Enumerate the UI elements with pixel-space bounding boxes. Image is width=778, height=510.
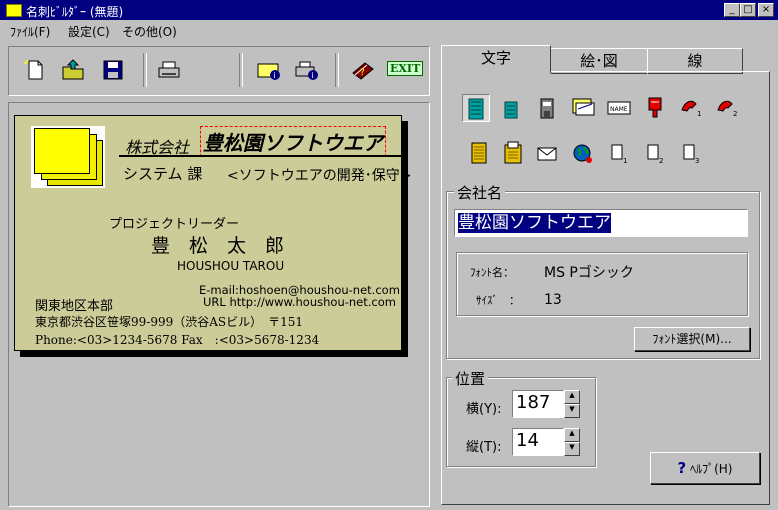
svg-text:2: 2 bbox=[733, 110, 737, 118]
floppy-disk-icon bbox=[103, 60, 123, 80]
svg-text:3: 3 bbox=[695, 157, 699, 165]
tagline: <ソフトウエアの開発･保守> bbox=[227, 168, 412, 184]
company-name[interactable]: 豊松園ソフトウエア bbox=[200, 126, 386, 157]
text-box-1-icon[interactable]: 1 bbox=[606, 140, 632, 166]
x-label: 横(Y): bbox=[466, 402, 502, 417]
window-title: 名刺ﾋﾞﾙﾀﾞｰ (無題) bbox=[26, 5, 124, 19]
menu-other[interactable]: その他(O) bbox=[122, 23, 177, 40]
url: URL http://www.houshou-net.com bbox=[203, 295, 396, 309]
menu-settings[interactable]: 設定(C) bbox=[68, 23, 110, 40]
fax-machine-icon[interactable] bbox=[500, 140, 526, 166]
y-spin-down[interactable]: ▼ bbox=[564, 442, 580, 456]
card-info-icon: i bbox=[257, 63, 280, 80]
y-label: 縦(T): bbox=[466, 440, 502, 455]
new-file-icon bbox=[24, 59, 43, 80]
svg-text:1: 1 bbox=[623, 157, 627, 165]
svg-text:i: i bbox=[274, 71, 276, 80]
position-group-label: 位置 bbox=[452, 368, 489, 389]
svg-text:?: ? bbox=[360, 68, 365, 78]
title-bar: 名刺ﾋﾞﾙﾀﾞｰ (無題) _ □ × bbox=[0, 0, 778, 20]
help-button-label: ﾍﾙﾌﾟ(H) bbox=[690, 462, 733, 476]
app-icon bbox=[6, 4, 22, 17]
font-name-label: ﾌｫﾝﾄ名： bbox=[470, 266, 514, 279]
globe-icon[interactable] bbox=[570, 140, 596, 166]
y-input-value: 14 bbox=[516, 430, 539, 451]
font-select-button[interactable]: ﾌｫﾝﾄ選択(M)... bbox=[634, 327, 750, 351]
name-tag-icon[interactable]: NAME bbox=[606, 94, 632, 120]
role-title: プロジェクトリーダー bbox=[109, 217, 240, 232]
shop-icon[interactable] bbox=[534, 94, 560, 120]
x-input-value: 187 bbox=[516, 392, 551, 413]
font-size-label: ｻｲｽﾞ ： bbox=[476, 294, 520, 307]
exit-icon-label: EXIT bbox=[387, 61, 424, 76]
address: 東京都渋谷区笹塚99-999（渋谷ASビル） 〒151 bbox=[35, 315, 304, 329]
tool-icons: NAME 1 2 1 2 3 bbox=[462, 94, 752, 165]
department: システム 課 bbox=[123, 165, 203, 183]
new-file-button[interactable] bbox=[21, 57, 49, 83]
x-spin-up[interactable]: ▲ bbox=[564, 390, 580, 404]
help-button[interactable]: ? ﾍﾙﾌﾟ(H) bbox=[650, 452, 760, 484]
print-button[interactable] bbox=[155, 57, 183, 83]
x-input[interactable]: 187 bbox=[512, 390, 564, 418]
company-name-group-label: 会社名 bbox=[454, 182, 506, 203]
card-icon[interactable] bbox=[570, 94, 596, 120]
fax-icon[interactable] bbox=[466, 140, 492, 166]
text-box-2-icon[interactable]: 2 bbox=[642, 140, 668, 166]
x-spin-down[interactable]: ▼ bbox=[564, 404, 580, 418]
minimize-button[interactable]: _ bbox=[724, 3, 740, 17]
toolbar-separator bbox=[143, 53, 147, 87]
tab-text[interactable]: 文字 bbox=[441, 45, 551, 73]
svg-text:2: 2 bbox=[659, 157, 663, 165]
save-button[interactable] bbox=[99, 57, 127, 83]
toolbar-separator bbox=[239, 53, 243, 87]
printer-info-button[interactable]: i bbox=[293, 57, 321, 83]
toolbar-separator bbox=[335, 53, 339, 87]
svg-text:NAME: NAME bbox=[610, 106, 628, 113]
printer-info-icon: i bbox=[295, 61, 318, 80]
building-large-icon[interactable] bbox=[462, 94, 490, 122]
company-name-input-value: 豊松園ソフトウエア bbox=[458, 213, 611, 233]
font-name-value: MS Pゴシック bbox=[544, 265, 634, 281]
open-file-button[interactable] bbox=[59, 57, 87, 83]
phone-1-icon[interactable]: 1 bbox=[678, 94, 704, 120]
toolbar: i i ? EXIT bbox=[8, 46, 430, 96]
card-info-button[interactable]: i bbox=[255, 57, 283, 83]
logo-shape bbox=[31, 126, 107, 188]
envelope-icon[interactable] bbox=[534, 140, 560, 166]
person-name: 豊 松 太 郎 bbox=[151, 235, 285, 257]
maximize-button[interactable]: □ bbox=[740, 3, 756, 17]
person-romaji: HOUSHOU TAROU bbox=[177, 259, 285, 273]
close-button[interactable]: × bbox=[758, 3, 774, 17]
building-small-icon[interactable] bbox=[498, 94, 524, 120]
open-folder-icon bbox=[62, 59, 84, 80]
office: 関東地区本部 bbox=[35, 299, 114, 314]
y-input[interactable]: 14 bbox=[512, 428, 564, 456]
text-box-3-icon[interactable]: 3 bbox=[678, 140, 704, 166]
header-underline bbox=[119, 155, 403, 157]
help-question-icon: ? bbox=[677, 459, 687, 477]
menu-bar: ﾌｧｲﾙ(F) 設定(C) その他(O) bbox=[0, 20, 778, 40]
company-name-input[interactable]: 豊松園ソフトウエア bbox=[454, 209, 748, 237]
postbox-icon[interactable] bbox=[642, 94, 668, 120]
exit-button[interactable]: EXIT bbox=[387, 61, 424, 79]
menu-file[interactable]: ﾌｧｲﾙ(F) bbox=[10, 23, 50, 40]
svg-text:1: 1 bbox=[697, 110, 701, 118]
phone-2-icon[interactable]: 2 bbox=[714, 94, 740, 120]
svg-text:i: i bbox=[312, 71, 314, 80]
phone: Phone:<03>1234-5678 Fax :<03>5678-1234 bbox=[35, 333, 320, 347]
business-card[interactable]: 株式会社 豊松園ソフトウエア システム 課 <ソフトウエアの開発･保守> プロジ… bbox=[14, 115, 411, 351]
y-spin-up[interactable]: ▲ bbox=[564, 428, 580, 442]
font-size-value: 13 bbox=[544, 292, 562, 308]
printer-icon bbox=[158, 61, 180, 78]
help-book-icon: ? bbox=[352, 62, 374, 80]
help-book-button[interactable]: ? bbox=[349, 57, 377, 83]
